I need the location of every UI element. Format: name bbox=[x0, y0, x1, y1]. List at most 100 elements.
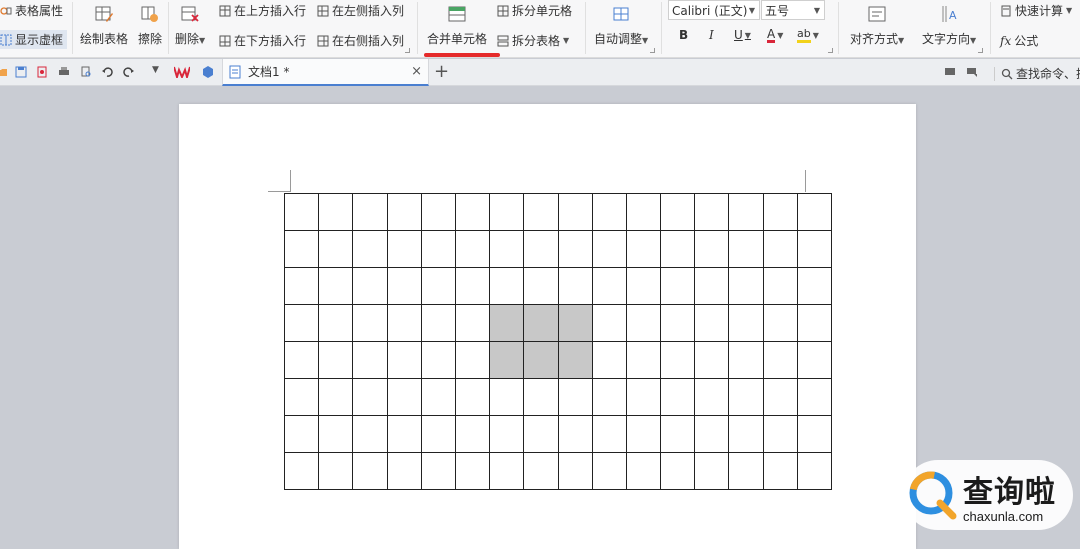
table-cell[interactable] bbox=[283, 378, 320, 416]
table-cell[interactable] bbox=[762, 193, 798, 231]
table-cell[interactable] bbox=[420, 415, 456, 453]
table-cell[interactable] bbox=[454, 193, 491, 231]
table-cell[interactable] bbox=[660, 193, 696, 231]
document-table[interactable] bbox=[283, 193, 833, 490]
dialog-launcher-icon[interactable] bbox=[978, 48, 983, 53]
table-cell[interactable] bbox=[454, 378, 491, 416]
table-cell[interactable] bbox=[352, 452, 388, 490]
table-cell[interactable] bbox=[625, 304, 662, 342]
table-cell[interactable] bbox=[386, 341, 422, 379]
table-cell[interactable] bbox=[762, 267, 798, 305]
table-cell[interactable] bbox=[318, 341, 354, 379]
table-cell[interactable] bbox=[557, 378, 593, 416]
formula-button[interactable]: fx 公式 bbox=[1000, 32, 1038, 49]
table-cell[interactable] bbox=[591, 452, 627, 490]
table-cell[interactable] bbox=[591, 230, 627, 268]
table-cell[interactable] bbox=[489, 267, 525, 305]
table-cell[interactable] bbox=[489, 415, 525, 453]
auto-fit-button[interactable]: 自动调整▼ bbox=[594, 4, 648, 47]
table-cell[interactable] bbox=[694, 341, 730, 379]
table-cell[interactable] bbox=[489, 230, 525, 268]
table-cell[interactable] bbox=[694, 378, 730, 416]
table-cell[interactable] bbox=[386, 230, 422, 268]
table-cell[interactable] bbox=[796, 452, 833, 490]
table-cell[interactable] bbox=[386, 267, 422, 305]
table-cell[interactable] bbox=[318, 267, 354, 305]
table-cell[interactable] bbox=[352, 193, 388, 231]
table-cell[interactable] bbox=[625, 452, 662, 490]
table-cell[interactable] bbox=[283, 415, 320, 453]
table-cell[interactable] bbox=[318, 415, 354, 453]
highlight-button[interactable]: ab ▼ bbox=[797, 28, 819, 43]
table-cell[interactable] bbox=[762, 230, 798, 268]
table-cell[interactable] bbox=[591, 378, 627, 416]
table-cell[interactable] bbox=[694, 267, 730, 305]
table-cell[interactable] bbox=[352, 341, 388, 379]
comment-icon[interactable] bbox=[966, 66, 978, 78]
table-cell-selected[interactable] bbox=[557, 341, 593, 379]
bold-button[interactable]: B bbox=[679, 28, 688, 42]
table-cell[interactable] bbox=[625, 193, 662, 231]
table-cell[interactable] bbox=[489, 452, 525, 490]
table-cell[interactable] bbox=[454, 304, 491, 342]
table-cell[interactable] bbox=[796, 415, 833, 453]
insert-row-below-button[interactable]: 在下方插入行 bbox=[219, 32, 306, 49]
delete-button[interactable]: 删除▼ bbox=[175, 4, 205, 47]
table-cell[interactable] bbox=[660, 230, 696, 268]
table-cell[interactable] bbox=[591, 267, 627, 305]
print-icon[interactable] bbox=[58, 66, 70, 78]
command-search[interactable]: 查找命令、搜 bbox=[994, 65, 1080, 82]
table-cell[interactable] bbox=[318, 193, 354, 231]
quick-calc-button[interactable]: 快速计算 ▼ bbox=[1000, 2, 1072, 19]
undo-icon[interactable] bbox=[101, 66, 113, 78]
table-cell[interactable] bbox=[728, 230, 764, 268]
table-cell[interactable] bbox=[318, 452, 354, 490]
table-cell[interactable] bbox=[420, 193, 456, 231]
table-cell[interactable] bbox=[728, 378, 764, 416]
table-cell[interactable] bbox=[283, 230, 320, 268]
table-cell[interactable] bbox=[625, 267, 662, 305]
table-cell[interactable] bbox=[523, 452, 559, 490]
merge-cells-button[interactable]: 合并单元格 bbox=[427, 4, 487, 47]
table-cell[interactable] bbox=[454, 415, 491, 453]
table-cell[interactable] bbox=[283, 304, 320, 342]
font-name-select[interactable]: Calibri (正文) ▼ bbox=[668, 0, 760, 20]
table-cell[interactable] bbox=[762, 452, 798, 490]
dialog-launcher-icon[interactable] bbox=[405, 48, 410, 53]
insert-col-left-button[interactable]: 在左侧插入列 bbox=[317, 2, 404, 19]
table-cell[interactable] bbox=[625, 415, 662, 453]
split-cells-button[interactable]: 拆分单元格 bbox=[497, 2, 572, 19]
table-cell[interactable] bbox=[523, 267, 559, 305]
insert-row-above-button[interactable]: 在上方插入行 bbox=[219, 2, 306, 19]
table-cell[interactable] bbox=[454, 341, 491, 379]
table-cell[interactable] bbox=[762, 304, 798, 342]
table-cell[interactable] bbox=[796, 193, 833, 231]
table-cell[interactable] bbox=[694, 452, 730, 490]
table-cell[interactable] bbox=[557, 415, 593, 453]
dialog-launcher-icon[interactable] bbox=[650, 48, 655, 53]
table-cell[interactable] bbox=[557, 193, 593, 231]
dialog-launcher-icon[interactable] bbox=[828, 48, 833, 53]
table-cell[interactable] bbox=[420, 341, 456, 379]
table-cell[interactable] bbox=[591, 193, 627, 231]
table-cell[interactable] bbox=[489, 378, 525, 416]
table-cell[interactable] bbox=[523, 378, 559, 416]
table-cell[interactable] bbox=[318, 304, 354, 342]
table-cell[interactable] bbox=[352, 230, 388, 268]
table-cell[interactable] bbox=[454, 230, 491, 268]
table-cell[interactable] bbox=[523, 230, 559, 268]
table-cell[interactable] bbox=[625, 230, 662, 268]
table-cell[interactable] bbox=[557, 452, 593, 490]
table-cell[interactable] bbox=[694, 230, 730, 268]
table-cell[interactable] bbox=[318, 378, 354, 416]
table-cell[interactable] bbox=[796, 304, 833, 342]
table-cell[interactable] bbox=[660, 415, 696, 453]
table-cell[interactable] bbox=[523, 193, 559, 231]
table-cell[interactable] bbox=[386, 193, 422, 231]
table-cell[interactable] bbox=[694, 304, 730, 342]
customize-dropdown-icon[interactable]: ▼ bbox=[152, 65, 159, 75]
table-cell[interactable] bbox=[660, 452, 696, 490]
table-cell[interactable] bbox=[386, 415, 422, 453]
table-cell-selected[interactable] bbox=[557, 304, 593, 342]
export-pdf-icon[interactable] bbox=[36, 66, 48, 78]
